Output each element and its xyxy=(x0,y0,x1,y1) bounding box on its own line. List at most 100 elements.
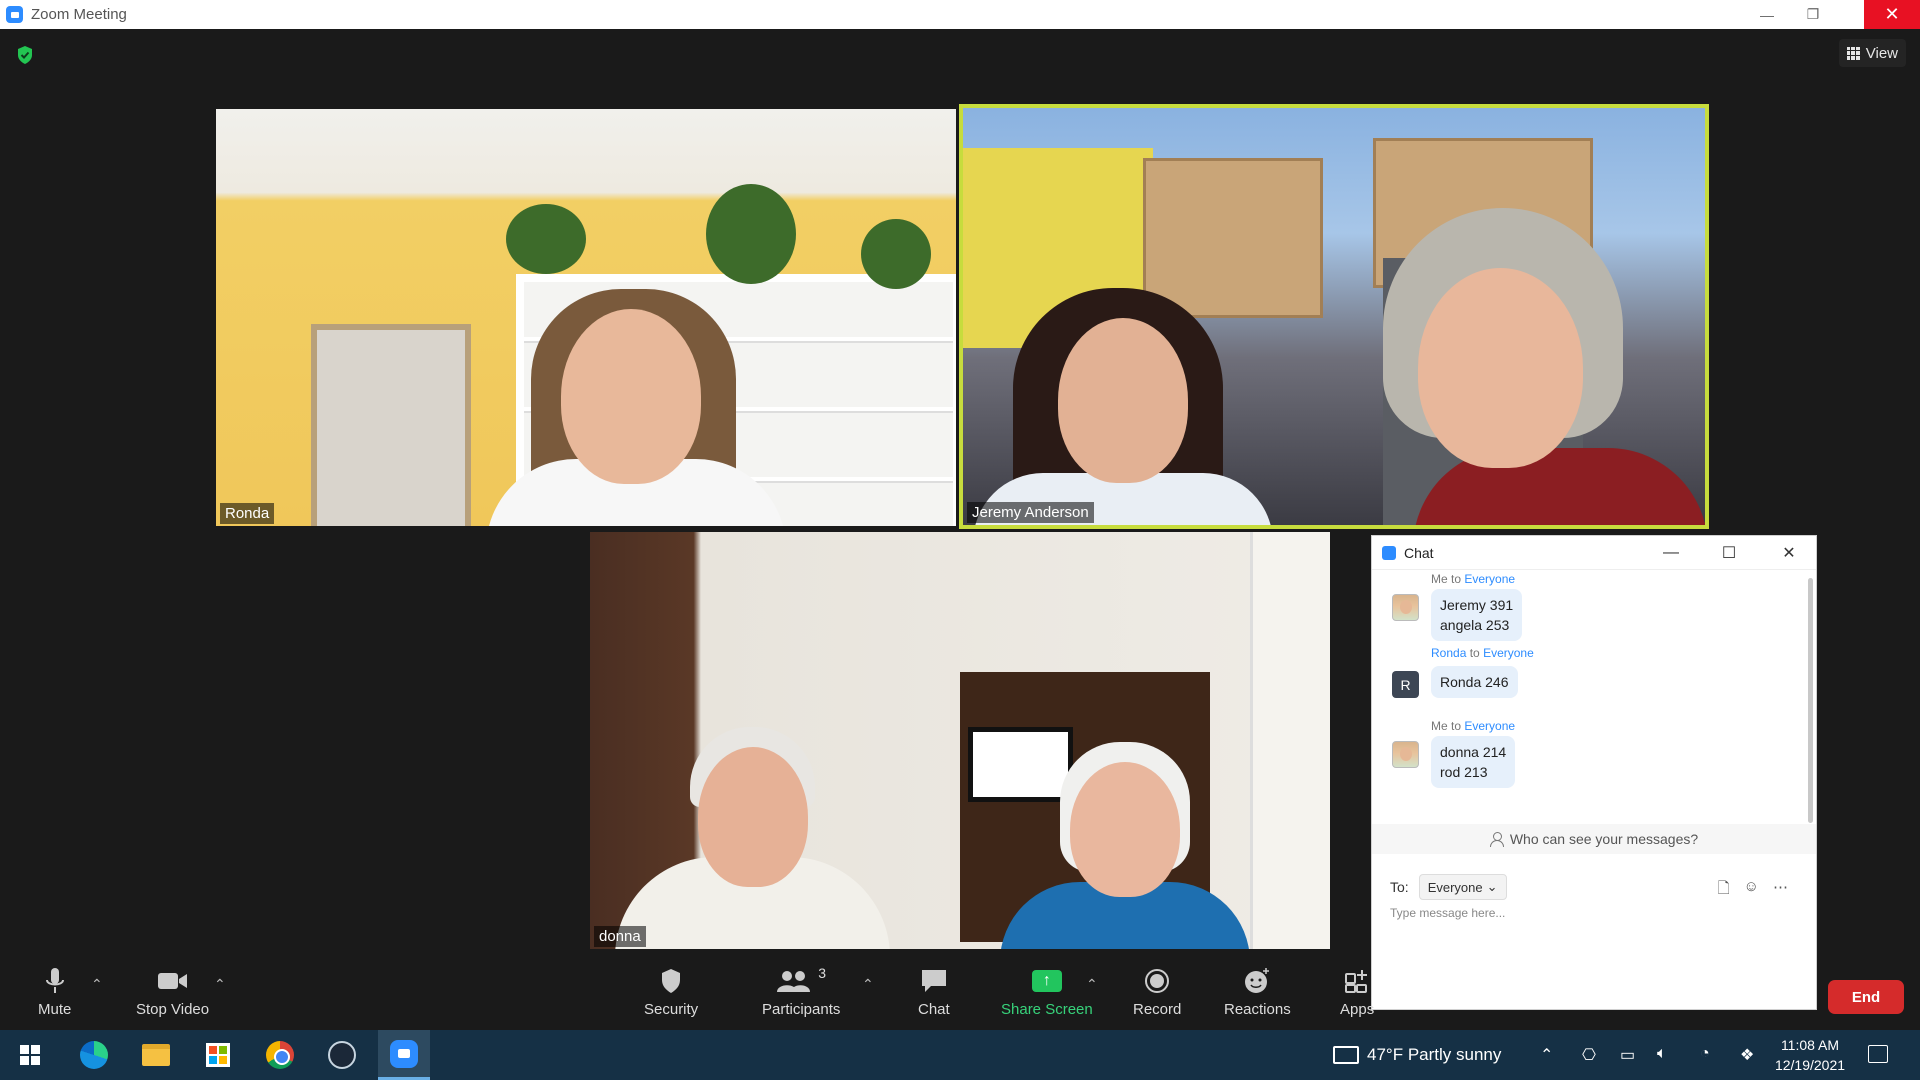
file-icon[interactable]: 🗋 xyxy=(1718,878,1730,903)
recipient-row: To: Everyone ⌄ xyxy=(1390,874,1507,900)
taskbar-file-explorer[interactable] xyxy=(130,1030,182,1080)
chrome-icon xyxy=(266,1041,294,1069)
share-screen-arrow-icon: ↑ xyxy=(1031,970,1062,992)
video-tile-jeremy-anderson[interactable]: Jeremy Anderson xyxy=(959,104,1709,529)
message-recipient[interactable]: Everyone xyxy=(1464,719,1515,733)
taskbar-edge[interactable] xyxy=(68,1030,120,1080)
volume-icon[interactable]: 🔈︎ xyxy=(1657,1045,1667,1063)
video-options-chevron-icon[interactable]: ⌃ xyxy=(214,976,226,993)
participant-video xyxy=(698,747,808,887)
view-button[interactable]: View xyxy=(1838,39,1906,67)
participant-name-tag: Ronda xyxy=(220,503,275,524)
window-title: Zoom Meeting xyxy=(31,6,127,23)
title-bar: Zoom Meeting — ❐ ✕ xyxy=(0,0,1920,29)
windows-taskbar: 47°F Partly sunny ⌃ ⎔ ▭ 🔈︎ ◔ ❖ 11:08 AM … xyxy=(0,1030,1920,1080)
chat-maximize-icon[interactable]: ☐ xyxy=(1714,542,1744,564)
message-input[interactable] xyxy=(1390,906,1790,920)
participants-options-chevron-icon[interactable]: ⌃ xyxy=(862,976,874,993)
more-icon[interactable]: ⋯ xyxy=(1773,878,1788,903)
system-clock[interactable]: 11:08 AM 12/19/2021 xyxy=(1770,1035,1850,1075)
participant-video xyxy=(1058,318,1188,483)
avatar: R xyxy=(1392,671,1419,698)
zoom-app-icon xyxy=(6,6,23,23)
apps-icon xyxy=(1344,965,1370,997)
message-bubble: Jeremy 391 angela 253 xyxy=(1431,589,1523,641)
start-button[interactable] xyxy=(4,1030,56,1080)
smiley-plus-icon xyxy=(1243,965,1271,997)
who-can-see-link[interactable]: Who can see your messages? xyxy=(1372,824,1816,854)
recipient-dropdown[interactable]: Everyone ⌄ xyxy=(1418,874,1507,900)
emoji-icon[interactable]: ☺ xyxy=(1744,878,1759,903)
message-recipient[interactable]: Everyone xyxy=(1464,572,1515,586)
store-icon xyxy=(206,1043,230,1067)
encryption-shield-icon[interactable] xyxy=(16,45,34,65)
taskbar-zoom[interactable] xyxy=(378,1030,430,1080)
show-hidden-icons-chevron-icon[interactable]: ⌃ xyxy=(1540,1045,1553,1065)
close-button[interactable]: ✕ xyxy=(1864,0,1920,29)
share-screen-button[interactable]: ↑ Share Screen xyxy=(1001,965,1093,1018)
battery-icon[interactable]: ▭ xyxy=(1620,1045,1635,1065)
microphone-icon xyxy=(45,965,65,997)
news-icon xyxy=(1333,1046,1359,1064)
taskbar-chrome[interactable] xyxy=(254,1030,306,1080)
weather-text: 47°F Partly sunny xyxy=(1367,1045,1502,1064)
shield-icon xyxy=(660,965,682,997)
zoom-chat-icon xyxy=(1382,545,1396,560)
taskbar-store[interactable] xyxy=(192,1030,244,1080)
avatar xyxy=(1392,594,1419,621)
minimize-button[interactable]: — xyxy=(1744,0,1790,29)
to-label: To: xyxy=(1390,879,1409,895)
end-meeting-button[interactable]: End xyxy=(1828,980,1904,1014)
message-sender[interactable]: Ronda xyxy=(1431,646,1466,660)
chat-close-icon[interactable]: ✕ xyxy=(1774,542,1804,564)
participant-video xyxy=(1070,762,1180,897)
wifi-icon[interactable]: ◔ xyxy=(1700,1045,1710,1063)
chat-scrollbar[interactable] xyxy=(1808,578,1813,823)
message-sender: Me xyxy=(1431,572,1448,586)
record-button[interactable]: Record xyxy=(1133,965,1181,1018)
share-options-chevron-icon[interactable]: ⌃ xyxy=(1086,976,1098,993)
stop-video-button[interactable]: Stop Video xyxy=(136,965,209,1018)
participant-name-tag: donna xyxy=(594,926,646,947)
dropbox-icon[interactable]: ❖ xyxy=(1740,1045,1754,1065)
video-tile-donna[interactable]: donna xyxy=(590,532,1330,949)
folder-icon xyxy=(142,1044,170,1066)
chat-panel: Chat — ☐ ✕ Me to Everyone Jeremy 391 ang… xyxy=(1371,535,1817,1010)
audio-options-chevron-icon[interactable]: ⌃ xyxy=(91,976,103,993)
notification-center-icon[interactable] xyxy=(1868,1045,1888,1063)
view-label: View xyxy=(1865,44,1898,62)
restore-button[interactable]: ❐ xyxy=(1790,0,1836,29)
participant-video xyxy=(561,309,701,484)
video-camera-icon xyxy=(157,965,189,997)
grid-icon xyxy=(1846,46,1860,60)
edge-icon xyxy=(80,1041,108,1069)
person-icon xyxy=(1489,832,1504,847)
participants-icon: 3 xyxy=(776,965,826,997)
weather-widget[interactable]: 47°F Partly sunny xyxy=(1333,1030,1501,1080)
chat-minimize-icon[interactable]: — xyxy=(1656,542,1686,564)
apps-button[interactable]: Apps xyxy=(1340,965,1374,1018)
meet-now-icon[interactable]: ⎔ xyxy=(1582,1045,1596,1065)
steam-icon xyxy=(328,1041,356,1069)
windows-logo-icon xyxy=(20,1045,40,1065)
mute-button[interactable]: Mute xyxy=(38,965,71,1018)
chat-header: Chat — ☐ ✕ xyxy=(1372,536,1816,570)
participants-button[interactable]: 3 Participants xyxy=(762,965,840,1018)
participants-count: 3 xyxy=(818,965,827,981)
participant-video xyxy=(1418,268,1583,468)
participant-name-tag: Jeremy Anderson xyxy=(967,502,1094,523)
taskbar-steam[interactable] xyxy=(316,1030,368,1080)
avatar xyxy=(1392,741,1419,768)
message-sender: Me xyxy=(1431,719,1448,733)
chat-button[interactable]: Chat xyxy=(918,965,950,1018)
message-recipient[interactable]: Everyone xyxy=(1483,646,1534,660)
record-icon xyxy=(1144,965,1170,997)
zoom-icon xyxy=(390,1039,418,1068)
chevron-down-icon: ⌄ xyxy=(1486,879,1498,894)
reactions-button[interactable]: Reactions xyxy=(1224,965,1291,1018)
security-button[interactable]: Security xyxy=(644,965,698,1018)
message-bubble: Ronda 246 xyxy=(1431,666,1518,698)
message-bubble: donna 214 rod 213 xyxy=(1431,736,1516,788)
compose-actions: 🗋 ☺ ⋯ xyxy=(1718,878,1788,903)
video-tile-ronda[interactable]: Ronda xyxy=(216,109,956,526)
